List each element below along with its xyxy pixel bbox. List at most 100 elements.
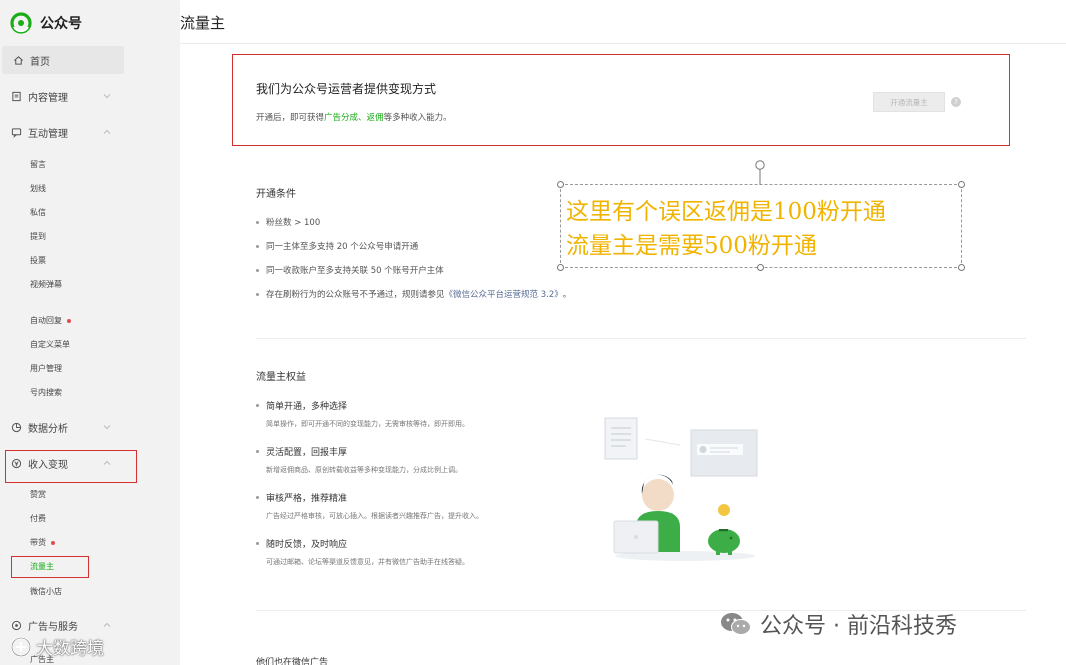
sidebar: 公众号 首页 内容管理 互动管理 留言 划线 私信 提到 投票 视频弹幕 自动回… (0, 0, 180, 665)
sidebar-subitem-custom-menu[interactable]: 自定义菜单 (30, 338, 70, 352)
sidebar-subitem-auto-reply[interactable]: 自动回复 (30, 314, 71, 328)
traffic-master-illustration (604, 417, 758, 561)
page-title: 流量主 (180, 14, 226, 32)
bullet-dot (256, 220, 259, 224)
intro-desc-separator: 、 (358, 113, 367, 123)
brand-name: 公众号 (40, 16, 82, 32)
benefit-item-desc: 可通过邮箱、论坛等渠道反馈意见，并有微信广告助手在线答疑。 (266, 558, 469, 566)
chevron-down-icon (103, 94, 111, 99)
benefit-item-title: 灵活配置，回报丰厚 (256, 445, 347, 458)
header: 流量主 (180, 0, 1066, 44)
sidebar-subitem-label: 自动回复 (30, 316, 62, 325)
intro-desc-suffix: 等多种收入能力。 (383, 113, 452, 123)
condition-text-suffix: 。 (562, 290, 572, 300)
condition-text: 同一收款账户至多支持关联 50 个账号开户主体 (266, 266, 444, 276)
benefits-title: 流量主权益 (256, 372, 306, 383)
condition-text: 同一主体至多支持 20 个公众号申请开通 (266, 242, 419, 252)
bullet-dot (256, 496, 259, 499)
sidebar-subitem-mentions[interactable]: 提到 (30, 230, 46, 244)
resize-handle (557, 264, 564, 271)
sidebar-item-interaction[interactable]: 互动管理 (0, 118, 180, 146)
app-root: 公众号 首页 内容管理 互动管理 留言 划线 私信 提到 投票 视频弹幕 自动回… (0, 0, 1066, 665)
annotation-text-line1: 这里有个误区返佣是100粉开通 (566, 199, 886, 225)
intro-desc-prefix: 开通后，即可获得 (256, 113, 325, 123)
benefit-item-title: 随时反馈，及时响应 (256, 537, 347, 550)
conditions-title: 开通条件 (256, 189, 296, 200)
condition-item: 存在刷粉行为的公众账号不予通过，规则请参见 《微信公众平台运营规范 3.2》。 (256, 288, 571, 300)
highlight-box-income (5, 450, 137, 483)
sidebar-subitem-messages[interactable]: 私信 (30, 206, 46, 220)
sidebar-item-label: 数据分析 (28, 423, 68, 435)
wechat-icon (721, 613, 751, 635)
intro-title: 我们为公众号运营者提供变现方式 (256, 82, 437, 96)
benefit-title-text: 审核严格，推荐精准 (266, 494, 348, 504)
resize-handle (557, 181, 564, 188)
benefit-title-text: 灵活配置，回报丰厚 (266, 448, 348, 458)
sidebar-subitem-ecommerce[interactable]: 带货 (30, 536, 55, 550)
sidebar-item-data-analysis[interactable]: 数据分析 (0, 413, 180, 441)
bullet-dot (256, 292, 259, 296)
sidebar-subitem-wechat-store[interactable]: 微信小店 (30, 585, 62, 599)
section-divider (256, 338, 1026, 339)
sidebar-item-label: 互动管理 (28, 128, 68, 140)
cross-border-logo-icon (10, 636, 32, 657)
condition-text: 存在刷粉行为的公众账号不予通过，规则请参见 (266, 290, 445, 300)
wechat-official-logo-icon (10, 12, 32, 34)
document-icon (10, 90, 22, 102)
sidebar-subitem-reward[interactable]: 赞赏 (30, 488, 46, 502)
brand[interactable]: 公众号 (10, 10, 82, 36)
benefit-item-title: 简单开通，多种选择 (256, 399, 347, 412)
chart-icon (10, 421, 22, 433)
condition-item: 粉丝数 > 100 (256, 216, 320, 228)
chevron-up-icon (103, 129, 111, 134)
benefit-title-text: 随时反馈，及时响应 (266, 540, 348, 550)
watermark-right: 公众号 · 前沿科技秀 (720, 608, 957, 640)
annotation-text-line2: 流量主是需要500粉开通 (566, 233, 817, 259)
sidebar-item-home[interactable]: 首页 (2, 46, 124, 74)
condition-item: 同一主体至多支持 20 个公众号申请开通 (256, 240, 418, 252)
watermark-left: 大数跨境 (10, 634, 104, 659)
sidebar-item-content[interactable]: 内容管理 (0, 82, 180, 110)
resize-handle (757, 264, 764, 271)
sidebar-subitem-paid[interactable]: 付费 (30, 512, 46, 526)
chevron-down-icon (103, 425, 111, 430)
condition-text: 粉丝数 > 100 (266, 218, 321, 228)
chat-icon (10, 126, 22, 138)
operation-rules-link[interactable]: 《微信公众平台运营规范 3.2》 (445, 288, 563, 300)
benefit-item-title: 审核严格，推荐精准 (256, 491, 347, 504)
bullet-dot (256, 450, 259, 453)
sidebar-subitem-search[interactable]: 号内搜索 (30, 386, 62, 400)
sidebar-subitem-comments[interactable]: 留言 (30, 158, 46, 172)
sidebar-subitem-user-manage[interactable]: 用户管理 (30, 362, 62, 376)
open-traffic-master-button[interactable]: 开通流量主 (873, 92, 945, 112)
sidebar-item-label: 首页 (30, 56, 50, 68)
benefit-title-text: 简单开通，多种选择 (266, 402, 348, 412)
bullet-dot (256, 542, 259, 545)
sidebar-subitem-underline[interactable]: 划线 (30, 182, 46, 196)
ad-icon (10, 619, 22, 631)
benefit-item-desc: 简单操作，即可开通不同的变现能力，无需审核等待，即开即用。 (266, 420, 469, 428)
notification-dot (51, 540, 55, 545)
condition-item: 同一收款账户至多支持关联 50 个账号开户主体 (256, 264, 444, 276)
watermark-left-text: 大数跨境 (36, 639, 104, 659)
benefit-item-desc: 新增返佣商品、原创转载收益等多种变现能力，分成比例上调。 (266, 466, 462, 474)
rotate-handle-icon (755, 160, 765, 185)
sidebar-item-label: 内容管理 (28, 92, 68, 104)
intro-desc-highlight-commission: 返佣 (366, 113, 384, 123)
bullet-dot (256, 268, 259, 272)
resize-handle (958, 181, 965, 188)
sidebar-subitem-votes[interactable]: 投票 (30, 254, 46, 268)
bullet-dot (256, 244, 259, 248)
chevron-up-icon (103, 622, 111, 627)
resize-handle (958, 264, 965, 271)
help-icon[interactable]: ? (951, 97, 961, 107)
bullet-dot (256, 404, 259, 407)
notification-dot (67, 318, 71, 323)
sidebar-subitem-danmaku[interactable]: 视频弹幕 (30, 278, 62, 292)
intro-desc-highlight-ad-share: 广告分成 (324, 113, 359, 123)
watermark-right-text: 公众号 · 前沿科技秀 (760, 614, 957, 639)
more-section-title: 他们也在微信广告 (256, 658, 329, 665)
highlight-box-traffic-master (11, 556, 89, 578)
home-icon (12, 54, 24, 66)
intro-description: 开通后，即可获得广告分成、返佣等多种收入能力。 (256, 111, 452, 123)
